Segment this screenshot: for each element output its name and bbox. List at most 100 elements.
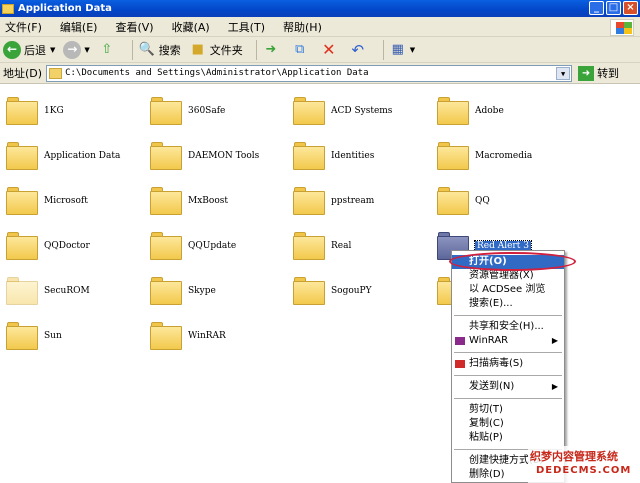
folder-item-mxboost[interactable]: MxBoost	[150, 181, 290, 221]
folder-item-daemon-tools[interactable]: DAEMON Tools	[150, 136, 290, 176]
menu-cut[interactable]: 剪切(T)	[452, 403, 564, 417]
back-label: 后退	[24, 43, 46, 57]
toolbar-divider	[255, 39, 257, 60]
folder-icon	[2, 3, 14, 14]
menu-winrar[interactable]: WinRAR ▶	[452, 334, 564, 348]
delete-button[interactable]: ✕	[320, 40, 341, 59]
menu-search[interactable]: 搜索(E)...	[452, 297, 564, 311]
folder-icon	[293, 142, 325, 170]
folder-icon	[150, 322, 182, 350]
antivirus-icon	[455, 360, 465, 368]
menu-paste[interactable]: 粘贴(P)	[452, 431, 564, 445]
folder-item-360safe[interactable]: 360Safe	[150, 91, 290, 131]
menu-divider	[454, 375, 562, 376]
address-bar: 地址(D) C:\Documents and Settings\Administ…	[0, 63, 640, 84]
menu-share[interactable]: 共享和安全(H)...	[452, 320, 564, 334]
chevron-down-icon: ▼	[409, 45, 416, 54]
folder-icon	[437, 142, 469, 170]
folder-icon	[293, 97, 325, 125]
folder-icon	[293, 277, 325, 305]
menu-copy[interactable]: 复制(C)	[452, 417, 564, 431]
folders-button[interactable]: ■ 文件夹	[189, 41, 243, 59]
folder-item-sogoupy[interactable]: SogouPY	[293, 271, 433, 311]
folder-item-skype[interactable]: Skype	[150, 271, 290, 311]
delete-x-icon: ✕	[322, 40, 336, 59]
copy-to-button[interactable]: ⧉	[291, 41, 312, 59]
menu-scan-label: 扫描病毒(S)	[469, 358, 524, 369]
toolbar-divider	[382, 39, 384, 60]
forward-arrow-icon: →	[63, 40, 82, 59]
menu-help[interactable]: 帮助(H)	[283, 19, 322, 35]
folder-icon	[6, 187, 38, 215]
close-button[interactable]: ×	[623, 1, 638, 15]
maximize-button[interactable]: □	[606, 1, 621, 15]
search-button[interactable]: 🔍 搜索	[138, 41, 181, 59]
folder-label: WinRAR	[188, 331, 226, 341]
folder-icon	[150, 277, 182, 305]
menu-divider	[454, 352, 562, 353]
folder-icon	[437, 97, 469, 125]
folder-label: QQUpdate	[188, 241, 237, 251]
menu-edit[interactable]: 编辑(E)	[60, 19, 98, 35]
title-bar: Application Data _ □ ×	[0, 0, 640, 17]
watermark-line2: DEDECMS.COM	[536, 465, 632, 476]
forward-button[interactable]: → ▼	[63, 40, 90, 59]
menu-divider	[454, 398, 562, 399]
menu-file[interactable]: 文件(F)	[5, 19, 42, 35]
folder-item-qqupdate[interactable]: QQUpdate	[150, 226, 290, 266]
back-button[interactable]: ← 后退 ▼	[3, 40, 56, 59]
folder-item-securom[interactable]: SecuROM	[6, 271, 146, 311]
folder-item-microsoft[interactable]: Microsoft	[6, 181, 146, 221]
menu-view[interactable]: 查看(V)	[115, 19, 153, 35]
folder-icon	[150, 232, 182, 260]
folder-label: 1KG	[44, 106, 64, 116]
folder-icon	[6, 97, 38, 125]
folder-item-macromedia[interactable]: Macromedia	[437, 136, 577, 176]
folder-item-acd-systems[interactable]: ACD Systems	[293, 91, 433, 131]
toolbar-divider	[131, 39, 133, 60]
folder-label: Microsoft	[44, 196, 88, 206]
folder-label: Adobe	[475, 106, 504, 116]
folder-item-identities[interactable]: Identities	[293, 136, 433, 176]
menu-tools[interactable]: 工具(T)	[228, 19, 265, 35]
move-to-button[interactable]: ➜	[262, 41, 283, 59]
search-label: 搜索	[158, 43, 181, 57]
folder-item-1kg[interactable]: 1KG	[6, 91, 146, 131]
folder-item-ppstream[interactable]: ppstream	[293, 181, 433, 221]
folder-label: DAEMON Tools	[188, 151, 260, 161]
folder-item-sun[interactable]: Sun	[6, 316, 146, 356]
menu-favorites[interactable]: 收藏(A)	[172, 19, 210, 35]
chevron-down-icon[interactable]: ▼	[556, 66, 571, 80]
up-button[interactable]: ⇧	[98, 41, 119, 59]
folder-item-adobe[interactable]: Adobe	[437, 91, 577, 131]
undo-button[interactable]: ↶	[349, 41, 370, 59]
menu-sendto[interactable]: 发送到(N) ▶	[452, 380, 564, 394]
folder-item-winrar[interactable]: WinRAR	[150, 316, 290, 356]
folder-item-real[interactable]: Real	[293, 226, 433, 266]
folder-item-application-data[interactable]: Application Data	[6, 136, 146, 176]
folder-label: Application Data	[44, 151, 121, 161]
back-arrow-icon: ←	[3, 40, 21, 59]
menu-explorer[interactable]: 资源管理器(X)	[452, 269, 564, 283]
folder-item-qqdoctor[interactable]: QQDoctor	[6, 226, 146, 266]
minimize-button[interactable]: _	[589, 1, 604, 15]
folder-item-qq[interactable]: QQ	[437, 181, 577, 221]
views-button[interactable]: ▦ ▼	[389, 41, 416, 59]
window-controls: _ □ ×	[589, 1, 638, 15]
folder-label: 360Safe	[188, 106, 226, 116]
submenu-arrow-icon: ▶	[551, 336, 558, 345]
folder-label: Real	[331, 241, 352, 251]
folder-icon	[150, 142, 182, 170]
folder-icon	[49, 67, 63, 79]
menu-acdsee[interactable]: 以 ACDSee 浏览	[452, 283, 564, 297]
folder-up-icon: ⇧	[101, 42, 113, 57]
window-title: Application Data	[18, 3, 112, 14]
menu-scan[interactable]: 扫描病毒(S)	[452, 357, 564, 371]
go-button[interactable]: ➜ 转到	[578, 65, 619, 81]
folder-icon	[293, 187, 325, 215]
address-input[interactable]: C:\Documents and Settings\Administrator\…	[46, 64, 573, 82]
folder-icon	[293, 232, 325, 260]
search-icon: 🔍	[138, 42, 155, 57]
chevron-down-icon: ▼	[50, 45, 56, 54]
folder-label: SecuROM	[44, 286, 90, 296]
